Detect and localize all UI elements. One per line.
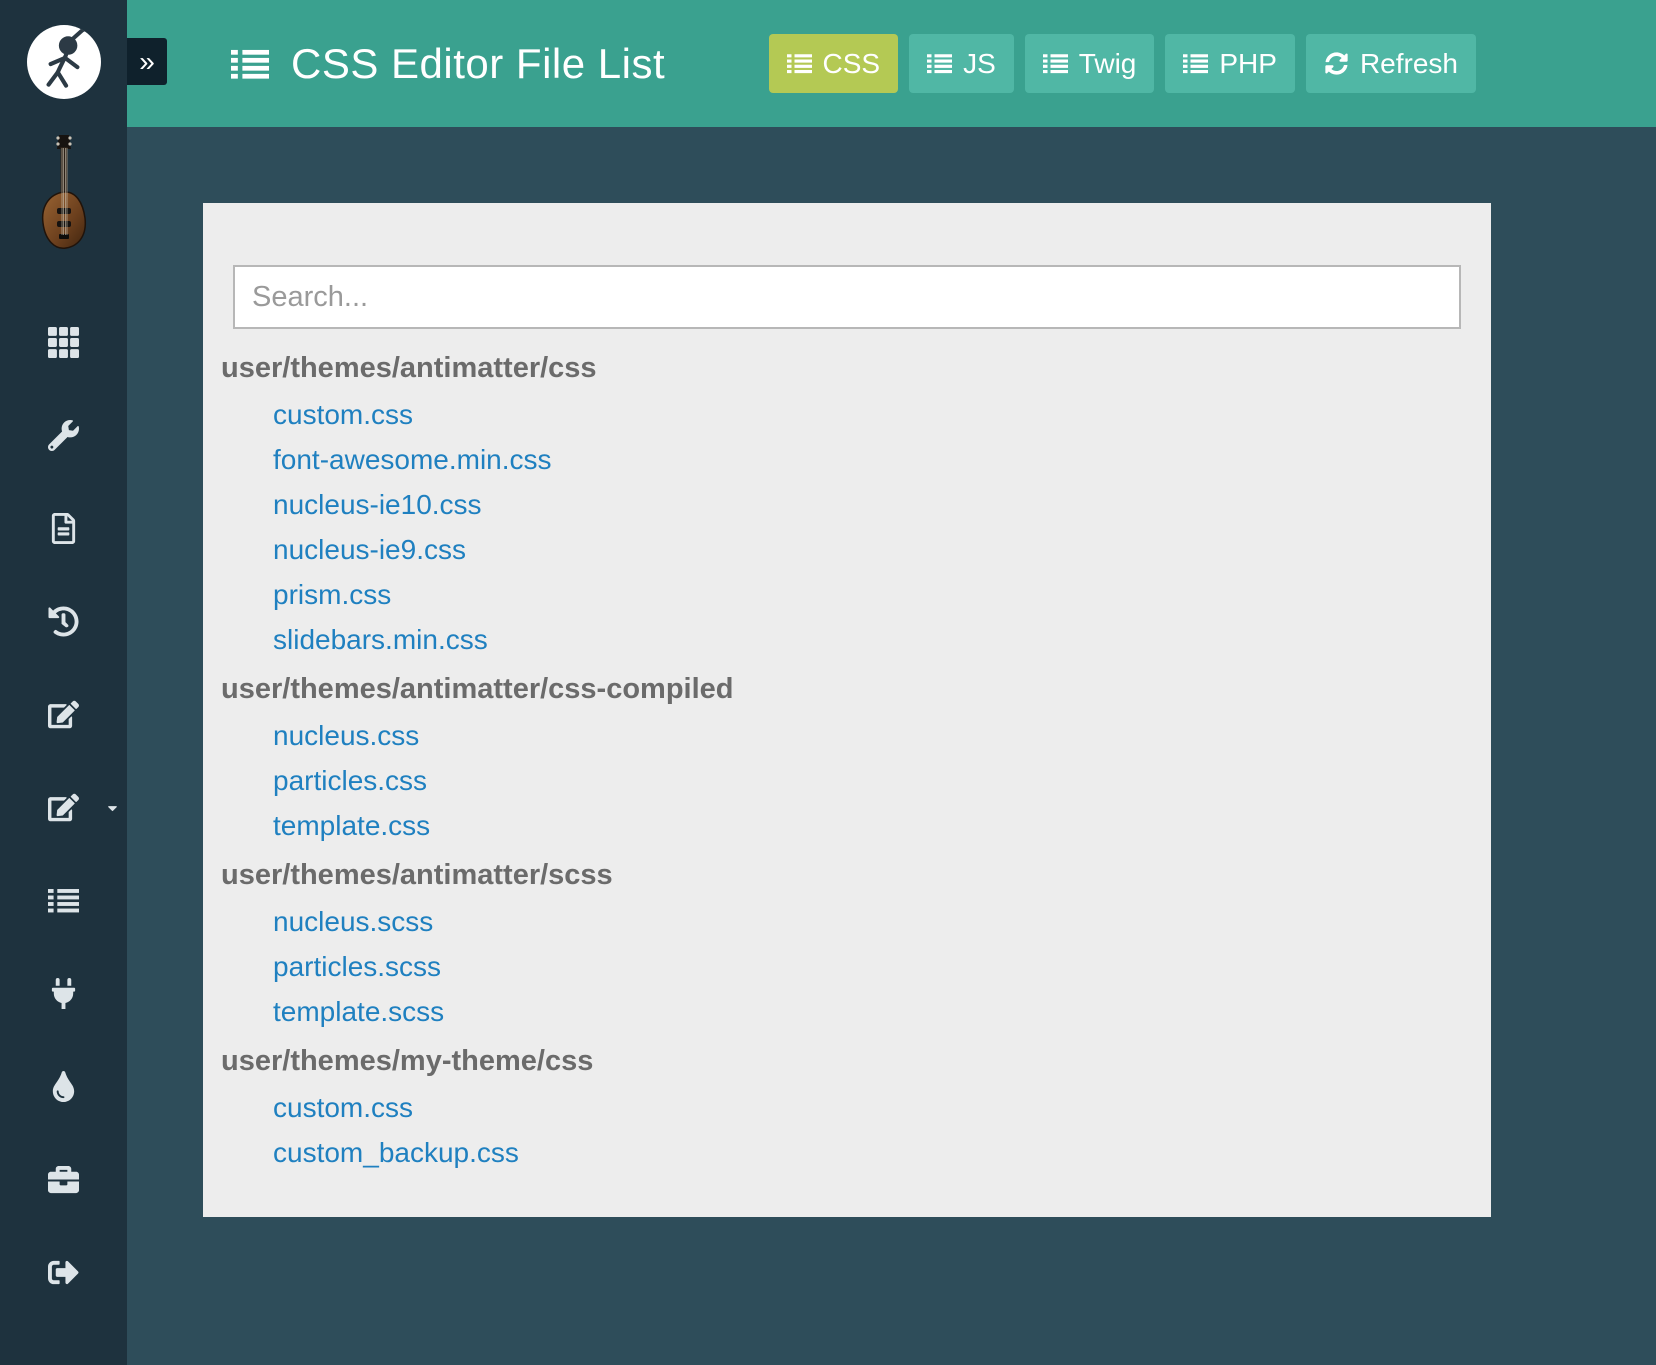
file-link[interactable]: custom.css	[273, 392, 413, 437]
wrench-icon	[48, 420, 79, 451]
list-icon	[231, 47, 269, 81]
file-group-heading: user/themes/my-theme/css	[221, 1045, 594, 1077]
file-group-heading: user/themes/antimatter/scss	[221, 859, 613, 891]
header-buttons: CSS JS Twig PHP Refresh	[768, 34, 1476, 93]
button-label: Refresh	[1359, 47, 1458, 79]
list-icon	[787, 52, 812, 75]
refresh-button[interactable]: Refresh	[1305, 34, 1476, 93]
list-icon	[1183, 52, 1208, 75]
file-link[interactable]: particles.scss	[273, 944, 441, 989]
list-icon	[48, 885, 79, 916]
file-link[interactable]: particles.css	[273, 758, 427, 803]
file-group-heading: user/themes/antimatter/css-compiled	[221, 673, 734, 705]
plug-icon	[48, 978, 79, 1009]
sidebar-expand-toggle[interactable]: »	[127, 38, 167, 85]
sidebar-item-pages[interactable]	[0, 482, 127, 575]
file-panel: user/themes/antimatter/csscustom.cssfont…	[203, 203, 1491, 1217]
edit-icon	[48, 792, 79, 823]
button-label: CSS	[822, 47, 881, 79]
main-content: user/themes/antimatter/csscustom.cssfont…	[127, 127, 1656, 1365]
sidebar-item-file-list[interactable]	[0, 854, 127, 947]
header: CSS Editor File List CSS JS Twig PHP Refresh	[127, 0, 1656, 127]
file-group-heading: user/themes/antimatter/css	[221, 352, 597, 384]
grid-icon	[48, 327, 79, 358]
button-label: Twig	[1078, 47, 1137, 79]
sidebar-item-css-editor[interactable]	[0, 761, 127, 854]
caret-down-icon	[105, 800, 120, 815]
sidebar-item-dashboard[interactable]	[0, 296, 127, 389]
file-link[interactable]: nucleus.css	[273, 713, 419, 758]
file-link[interactable]: custom.css	[273, 1085, 413, 1130]
page-title: CSS Editor File List	[231, 40, 665, 88]
file-link[interactable]: slidebars.min.css	[273, 617, 488, 662]
filter-php-button[interactable]: PHP	[1165, 34, 1295, 93]
filter-twig-button[interactable]: Twig	[1024, 34, 1155, 93]
sidebar-item-logout[interactable]	[0, 1226, 127, 1319]
filter-js-button[interactable]: JS	[909, 34, 1014, 93]
sidebar-item-configuration[interactable]	[0, 389, 127, 482]
bass-guitar-icon	[41, 135, 87, 249]
edit-icon	[48, 699, 79, 730]
file-link[interactable]: custom_backup.css	[273, 1130, 519, 1175]
user-avatar[interactable]	[27, 25, 101, 99]
sidebar-item-editor[interactable]	[0, 668, 127, 761]
button-label: PHP	[1219, 47, 1277, 79]
list-icon	[1043, 52, 1068, 75]
page-title-text: CSS Editor File List	[291, 39, 666, 87]
droplet-icon	[48, 1071, 79, 1102]
file-list: user/themes/antimatter/css custom.css font…	[221, 341, 1461, 1175]
button-label: JS	[963, 47, 996, 79]
file-link[interactable]: template.css	[273, 803, 430, 848]
sidebar	[0, 0, 127, 1365]
sidebar-item-tools[interactable]	[0, 1133, 127, 1226]
file-link[interactable]: nucleus-ie10.css	[273, 482, 482, 527]
sidebar-nav	[0, 296, 127, 1319]
sidebar-item-plugins[interactable]	[0, 947, 127, 1040]
sidebar-item-history[interactable]	[0, 575, 127, 668]
file-icon	[48, 513, 79, 544]
history-icon	[48, 606, 79, 637]
sidebar-item-themes[interactable]	[0, 1040, 127, 1133]
guitar-logo-image	[34, 134, 94, 264]
filter-css-button[interactable]: CSS	[768, 34, 899, 93]
file-link[interactable]: template.scss	[273, 989, 444, 1034]
avatar-figure-icon	[46, 26, 87, 88]
search-input[interactable]	[233, 265, 1461, 329]
file-link[interactable]: nucleus-ie9.css	[273, 527, 466, 572]
file-link[interactable]: nucleus.scss	[273, 899, 433, 944]
file-link[interactable]: prism.css	[273, 572, 391, 617]
sign-out-icon	[48, 1257, 79, 1288]
file-link[interactable]: font-awesome.min.css	[273, 437, 552, 482]
list-icon	[927, 52, 952, 75]
briefcase-icon	[48, 1164, 79, 1195]
refresh-icon	[1324, 52, 1349, 75]
